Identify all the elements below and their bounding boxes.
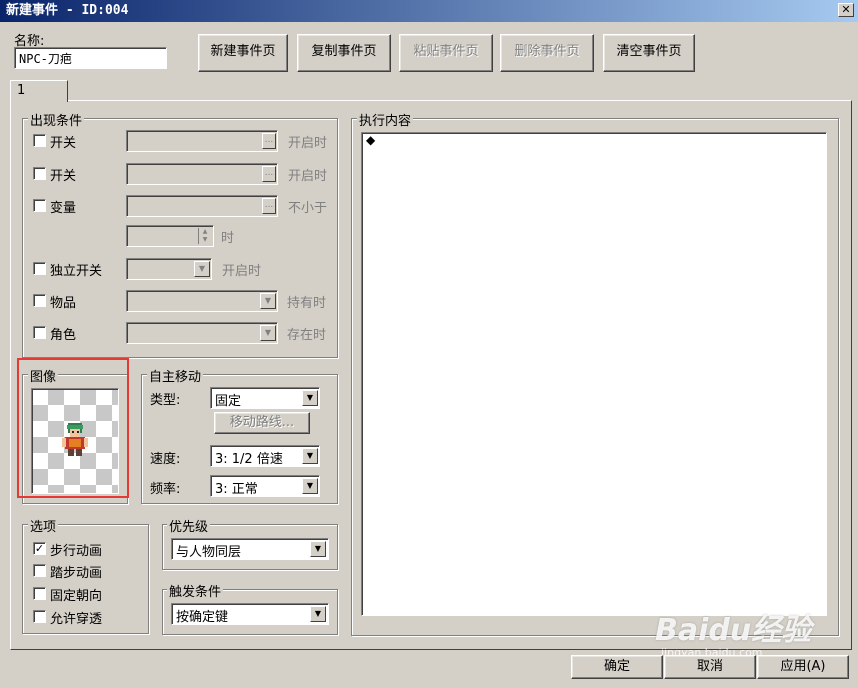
actor-suffix: 存在时	[287, 328, 327, 343]
move-frequency-value: 3: 正常	[215, 482, 258, 497]
move-route-button[interactable]: 移动路线...	[214, 412, 310, 434]
name-input[interactable]: NPC-刀疤	[14, 47, 167, 69]
self-switch-label: 独立开关	[50, 264, 103, 279]
window-title: 新建事件 - ID:004	[6, 3, 129, 18]
step-anim-label: 踏步动画	[50, 566, 103, 581]
tab-1[interactable]: 1	[10, 80, 68, 102]
through-checkbox[interactable]	[33, 610, 46, 623]
fixed-direction-label: 固定朝向	[50, 589, 103, 604]
through-label: 允许穿透	[50, 612, 103, 627]
execution-contents-title: 执行内容	[357, 110, 414, 129]
trigger-title: 触发条件	[167, 581, 224, 600]
move-type-dropdown-icon[interactable]: ▼	[302, 390, 318, 406]
actor-dropdown-icon[interactable]: ▼	[260, 325, 276, 341]
walk-anim-label: 步行动画	[50, 544, 103, 559]
switch2-checkbox[interactable]	[33, 167, 46, 180]
switch2-suffix: 开启时	[288, 169, 328, 184]
priority-value: 与人物同层	[176, 545, 242, 560]
self-switch-suffix: 开启时	[222, 264, 262, 279]
step-anim-checkbox[interactable]	[33, 564, 46, 577]
item-checkbox[interactable]	[33, 294, 46, 307]
cancel-button[interactable]: 取消	[664, 655, 756, 679]
priority-select[interactable]: 与人物同层	[171, 538, 329, 560]
copy-page-button[interactable]: 复制事件页	[297, 34, 391, 72]
trigger-dropdown-icon[interactable]: ▼	[310, 606, 326, 622]
item-dropdown-icon[interactable]: ▼	[260, 293, 276, 309]
trigger-value: 按确定键	[176, 610, 229, 625]
move-speed-label: 速度:	[150, 452, 181, 467]
switch1-label: 开关	[50, 136, 77, 151]
event-command-list[interactable]: ◆	[361, 132, 827, 616]
character-sprite-icon	[62, 423, 88, 456]
actor-select[interactable]	[126, 322, 278, 344]
apply-button[interactable]: 应用(A)	[757, 655, 849, 679]
variable-ellipsis-button[interactable]: ...	[262, 198, 276, 214]
priority-dropdown-icon[interactable]: ▼	[310, 541, 326, 557]
switch2-ellipsis-button[interactable]: ...	[262, 166, 276, 182]
move-type-label: 类型:	[150, 393, 181, 408]
command-bullet-icon[interactable]: ◆	[366, 133, 375, 147]
self-switch-dropdown-icon[interactable]: ▼	[194, 261, 210, 277]
variable-suffix: 不小于	[288, 201, 328, 216]
fixed-direction-checkbox[interactable]	[33, 587, 46, 600]
item-label: 物品	[50, 296, 77, 311]
ok-button[interactable]: 确定	[571, 655, 663, 679]
move-speed-value: 3: 1/2 倍速	[215, 452, 283, 467]
switch2-field[interactable]	[126, 163, 278, 185]
switch1-field[interactable]	[126, 130, 278, 152]
new-page-button[interactable]: 新建事件页	[198, 34, 288, 72]
switch1-checkbox[interactable]	[33, 134, 46, 147]
options-title: 选项	[28, 516, 59, 535]
name-value: NPC-刀疤	[19, 52, 72, 66]
self-switch-checkbox[interactable]	[33, 262, 46, 275]
switch1-ellipsis-button[interactable]: ...	[262, 133, 276, 149]
spinner-arrows-icon[interactable]: ▲ ▼	[198, 228, 211, 244]
baidu-watermark-logo: Baidu经验	[655, 613, 812, 648]
move-frequency-label: 频率:	[150, 482, 181, 497]
variable-checkbox[interactable]	[33, 199, 46, 212]
walk-anim-checkbox[interactable]: ✓	[33, 542, 46, 555]
close-icon[interactable]: ✕	[838, 3, 854, 17]
variable-field[interactable]	[126, 195, 278, 217]
item-suffix: 持有时	[287, 296, 327, 311]
move-type-value: 固定	[215, 394, 242, 409]
tab-1-label: 1	[17, 83, 26, 98]
priority-title: 优先级	[167, 516, 211, 535]
conditions-title: 出现条件	[28, 110, 85, 129]
clear-page-button[interactable]: 清空事件页	[603, 34, 695, 72]
variable-label: 变量	[50, 201, 77, 216]
actor-checkbox[interactable]	[33, 326, 46, 339]
character-image-preview[interactable]	[31, 388, 119, 494]
delete-page-button[interactable]: 删除事件页	[500, 34, 594, 72]
trigger-select[interactable]: 按确定键	[171, 603, 329, 625]
check-icon: ✓	[34, 542, 45, 555]
switch1-suffix: 开启时	[288, 136, 328, 151]
move-speed-dropdown-icon[interactable]: ▼	[302, 448, 318, 464]
autonomous-move-title: 自主移动	[147, 366, 204, 385]
actor-label: 角色	[50, 328, 77, 343]
title-bar: 新建事件 - ID:004	[0, 0, 858, 22]
move-frequency-dropdown-icon[interactable]: ▼	[302, 478, 318, 494]
variable-time-suffix: 时	[221, 231, 235, 246]
switch2-label: 开关	[50, 169, 77, 184]
item-select[interactable]	[126, 290, 278, 312]
paste-page-button[interactable]: 粘贴事件页	[399, 34, 493, 72]
